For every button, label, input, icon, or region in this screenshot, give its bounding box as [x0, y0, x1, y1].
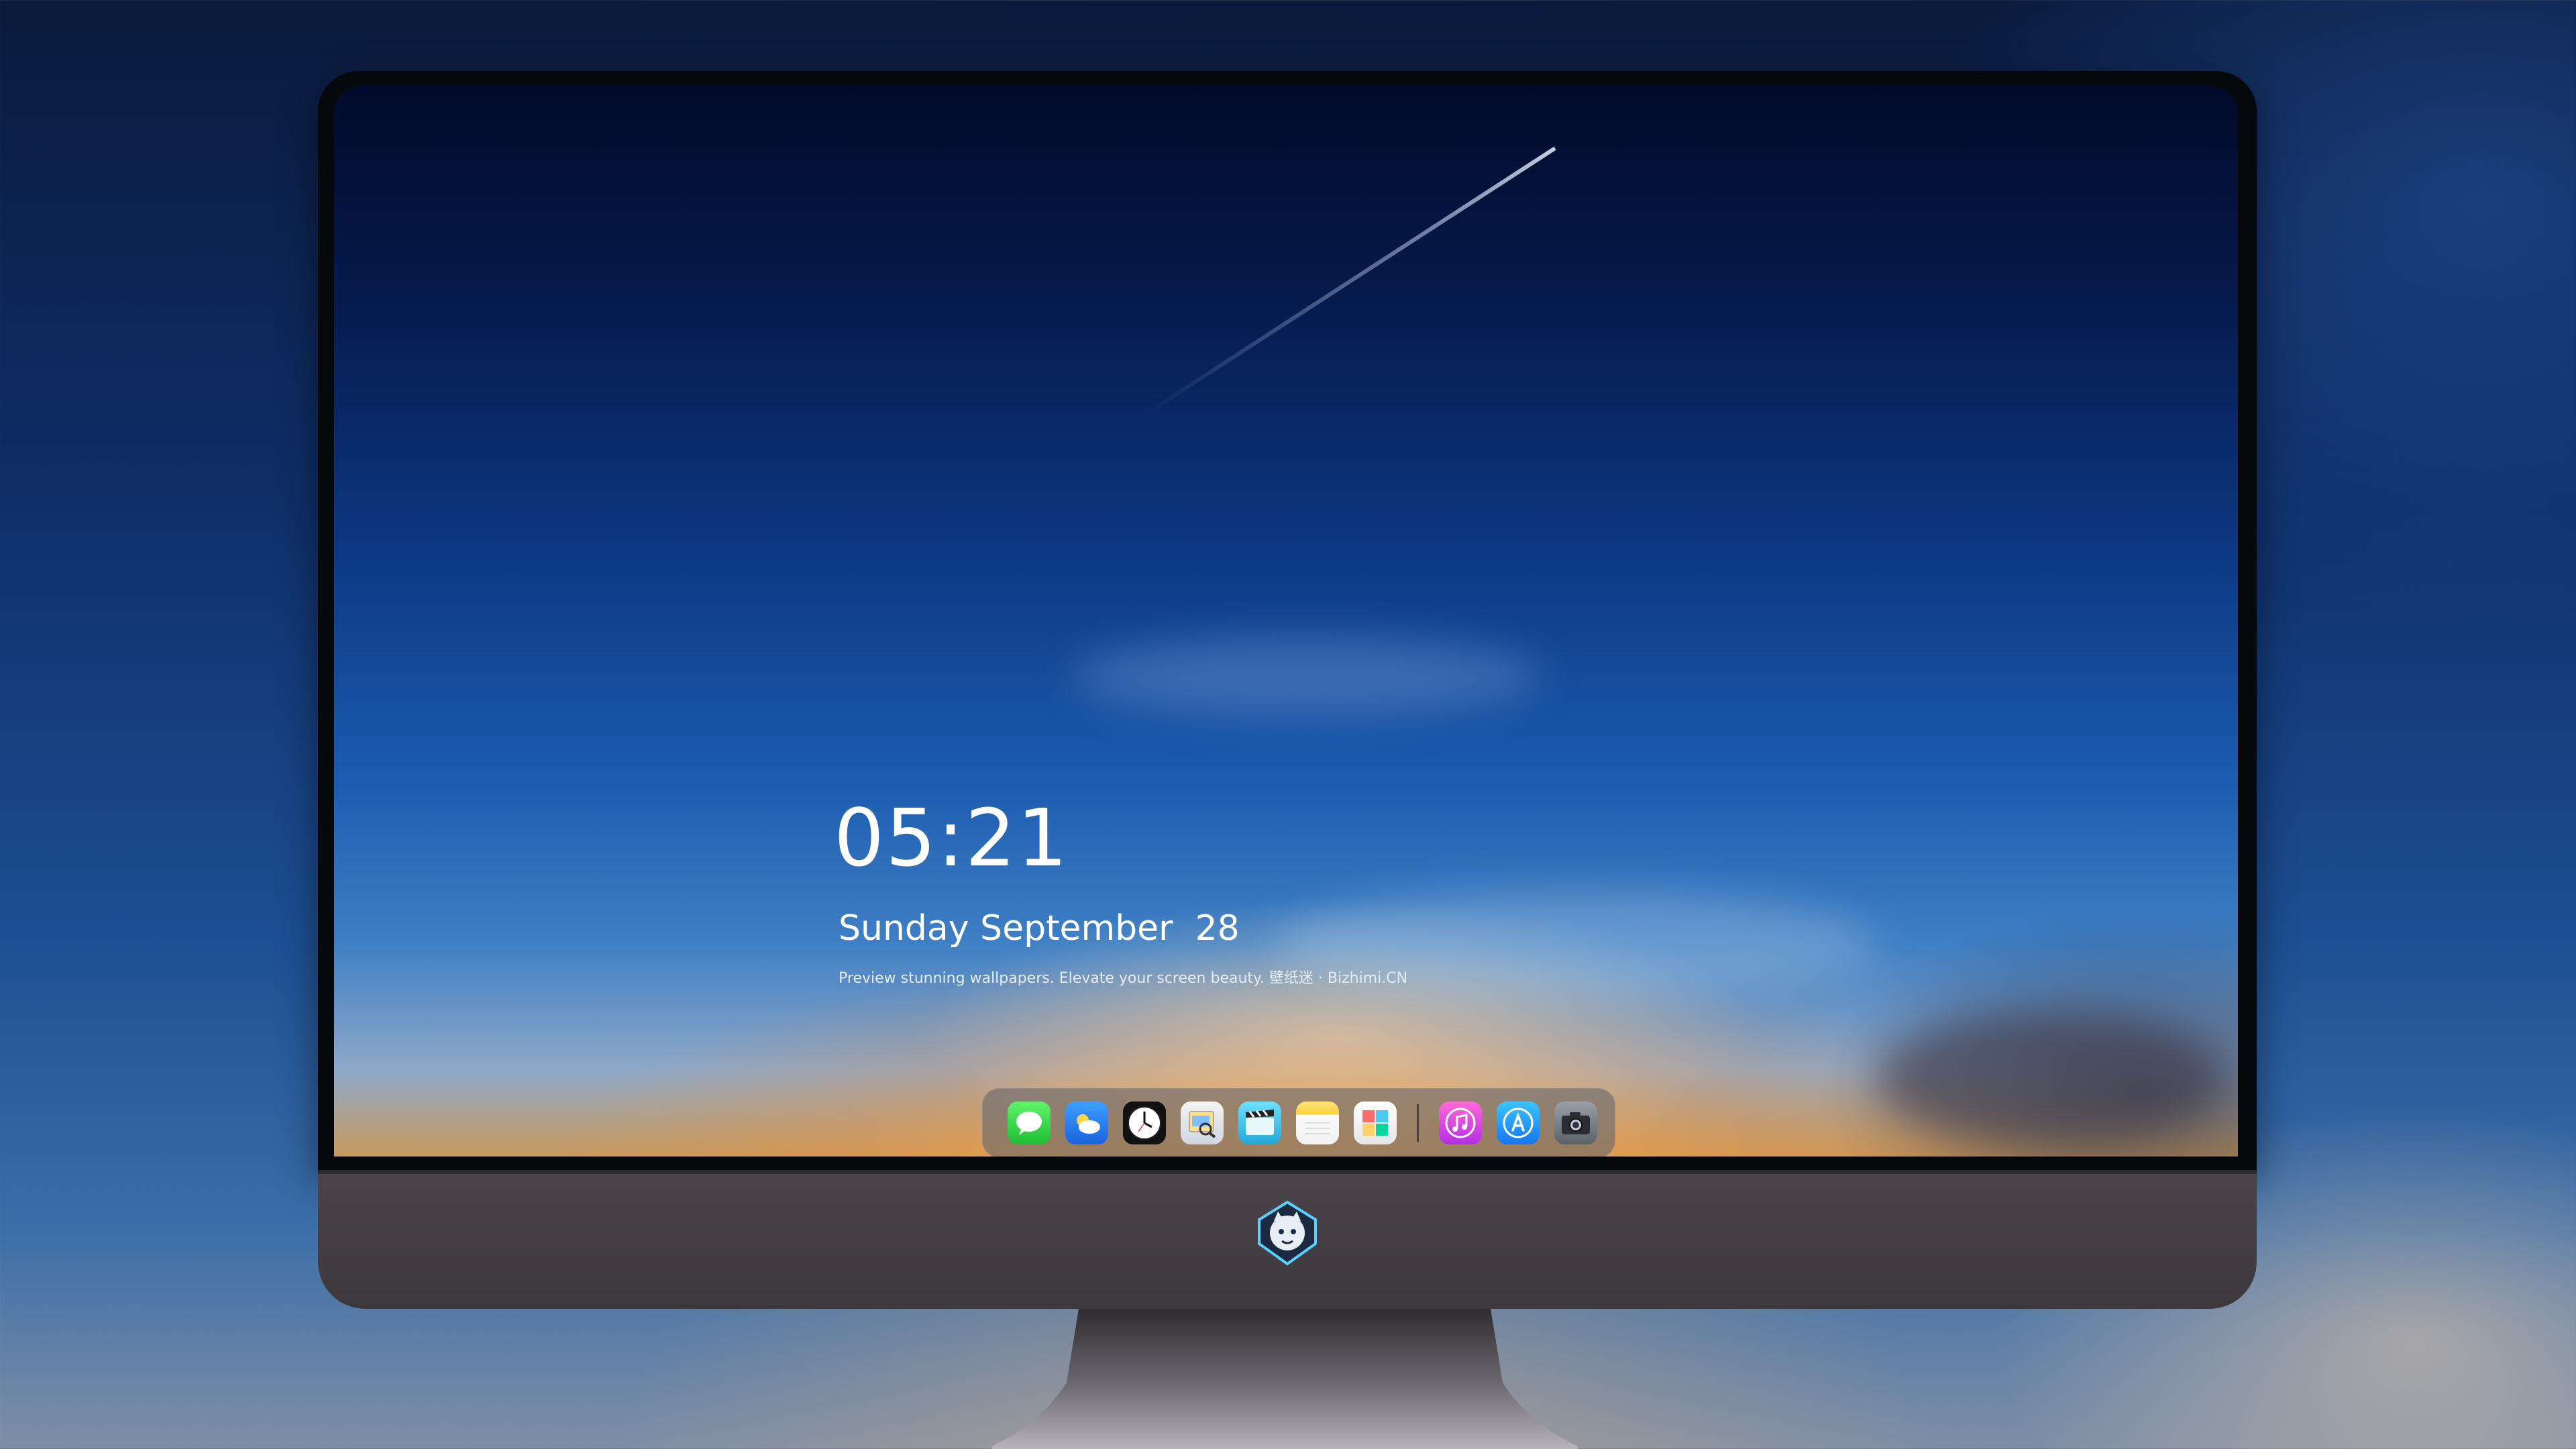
- clock-icon[interactable]: [1123, 1102, 1166, 1144]
- camera-icon[interactable]: [1554, 1102, 1597, 1144]
- monitor-stand: [991, 1309, 1578, 1449]
- notes-icon[interactable]: [1296, 1102, 1339, 1144]
- wallpaper-cloud: [1877, 1012, 2226, 1146]
- photos-icon[interactable]: [1354, 1102, 1397, 1144]
- desktop-screen: 05:21 Sunday September 28 Preview stunni…: [334, 86, 2238, 1157]
- messages-icon[interactable]: [1008, 1102, 1051, 1144]
- dock-separator: [1417, 1104, 1419, 1142]
- music-icon[interactable]: [1439, 1102, 1482, 1144]
- monitor-bezel: 05:21 Sunday September 28 Preview stunni…: [318, 71, 2257, 1170]
- wallpaper-tagline: Preview stunning wallpapers. Elevate you…: [839, 970, 1408, 987]
- preview-icon[interactable]: [1181, 1102, 1224, 1144]
- monitor: 05:21 Sunday September 28 Preview stunni…: [318, 71, 2257, 1309]
- lock-clock-time: 05:21: [834, 792, 1069, 884]
- lock-date: Sunday September 28: [839, 908, 1240, 949]
- mascot-logo-icon: [1254, 1199, 1321, 1267]
- weather-icon[interactable]: [1065, 1102, 1108, 1144]
- contrail: [1148, 146, 1556, 413]
- app-store-icon[interactable]: [1497, 1102, 1540, 1144]
- clapperboard-icon[interactable]: [1238, 1102, 1281, 1144]
- wallpaper-cloud: [1072, 636, 1542, 716]
- dock: [982, 1088, 1615, 1157]
